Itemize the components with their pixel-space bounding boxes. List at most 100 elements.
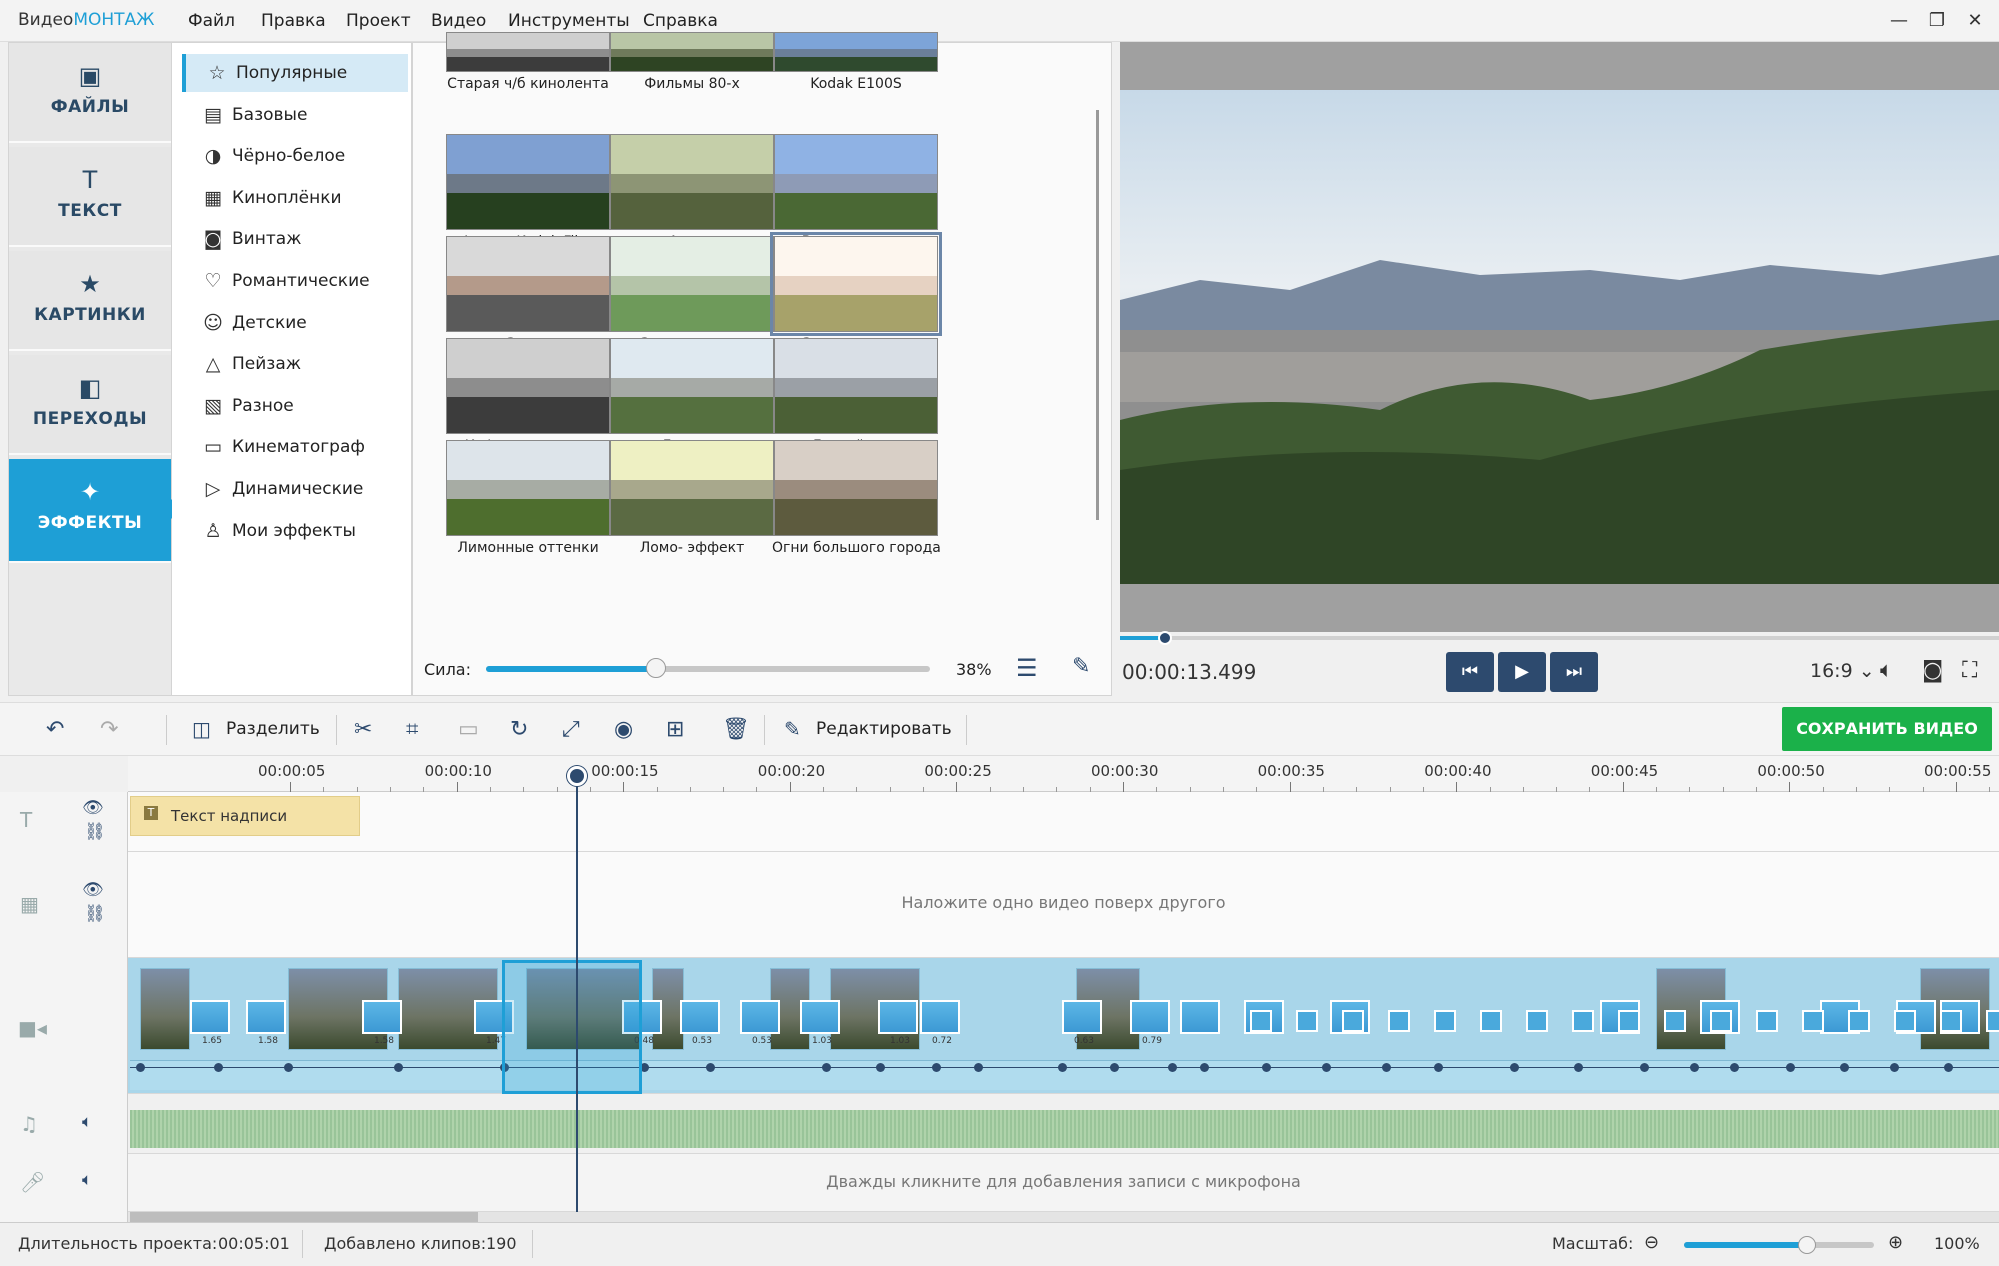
effect-tile[interactable]: Фильмы 80-х xyxy=(608,32,776,92)
volume-point[interactable] xyxy=(706,1063,715,1072)
effect-tile[interactable]: Закат xyxy=(444,236,612,352)
save-video-button[interactable]: СОХРАНИТЬ ВИДЕО xyxy=(1782,707,1992,751)
effect-tile[interactable]: Кофе и сигареты xyxy=(444,338,612,454)
crop-icon[interactable]: ⌗ xyxy=(406,717,418,742)
nav-transitions[interactable]: ◧ ПЕРЕХОДЫ xyxy=(9,355,171,455)
nav-effects[interactable]: ✦ ЭФФЕКТЫ xyxy=(9,459,181,563)
nav-pictures[interactable]: ★ КАРТИНКИ xyxy=(9,251,171,351)
split-button[interactable]: Разделить xyxy=(226,719,320,739)
category-item[interactable]: ▤ Базовые xyxy=(182,96,408,134)
effect-tile[interactable]: Легкий шум xyxy=(772,338,940,454)
redo-icon[interactable]: ↷ xyxy=(100,717,118,742)
play-button[interactable]: ▶ xyxy=(1498,652,1546,692)
transition-marker[interactable] xyxy=(1664,1010,1686,1032)
clip-thumbnail[interactable]: 1.03 xyxy=(878,1000,918,1046)
clip-thumbnail[interactable]: 1.58 xyxy=(246,1000,286,1046)
effects-scrollbar[interactable] xyxy=(1096,110,1099,520)
playback-progress[interactable] xyxy=(1120,636,1999,640)
category-item[interactable]: ♙ Мои эффекты xyxy=(182,512,408,550)
clip-thumbnail[interactable]: 1.03 xyxy=(800,1000,840,1046)
transition-marker[interactable] xyxy=(1296,1010,1318,1032)
effect-tile[interactable]: Весеннее утро xyxy=(772,134,940,250)
volume-point[interactable] xyxy=(1058,1063,1067,1072)
volume-point[interactable] xyxy=(214,1063,223,1072)
clip-thumbnail[interactable] xyxy=(1180,1000,1220,1034)
snapshot-icon[interactable]: ◙ xyxy=(1922,658,1943,683)
timeline-scroll-thumb[interactable] xyxy=(130,1212,478,1222)
effect-tile[interactable]: Kodak E100S xyxy=(772,32,940,92)
rotate-icon[interactable]: ↻ xyxy=(510,717,528,742)
volume-point[interactable] xyxy=(1382,1063,1391,1072)
playhead-handle[interactable] xyxy=(567,766,587,786)
clip-thumbnail[interactable]: 1.58 xyxy=(362,1000,402,1046)
volume-point[interactable] xyxy=(1730,1063,1739,1072)
prev-frame-button[interactable]: ⏮ xyxy=(1446,652,1494,692)
volume-point[interactable] xyxy=(1168,1063,1177,1072)
effect-tile[interactable]: Лимонные оттенки xyxy=(444,440,612,556)
playback-handle[interactable] xyxy=(1158,631,1172,645)
volume-point[interactable] xyxy=(876,1063,885,1072)
effect-tile[interactable]: Lomo - Kodak Film xyxy=(444,134,612,250)
strength-handle[interactable] xyxy=(646,658,666,678)
effect-tile[interactable]: Старая ч/б кинолента xyxy=(444,32,612,92)
menu-project[interactable]: Проект xyxy=(346,11,411,31)
transition-marker[interactable] xyxy=(1618,1010,1640,1032)
music-volume-icon[interactable]: 🔈︎ xyxy=(82,1112,92,1132)
effect-tile[interactable]: Ломо- эффект xyxy=(608,440,776,556)
clip-thumbnail[interactable]: 0.53 xyxy=(680,1000,720,1046)
effect-tile[interactable]: Зеленые тона xyxy=(608,236,776,352)
eye-icon[interactable]: 👁︎ xyxy=(82,798,104,818)
menu-edit[interactable]: Правка xyxy=(261,11,326,31)
volume-point[interactable] xyxy=(136,1063,145,1072)
fullscreen-icon[interactable]: ⛶ xyxy=(1962,658,1977,683)
clip-thumbnail[interactable]: 0.63 xyxy=(1062,1000,1102,1046)
category-item[interactable]: ☆ Популярные xyxy=(182,54,408,92)
volume-point[interactable] xyxy=(1574,1063,1583,1072)
edit-button[interactable]: Редактировать xyxy=(816,719,952,739)
clip-thumbnail[interactable]: 0.72 xyxy=(920,1000,960,1046)
effect-tile[interactable]: Огни большого города xyxy=(772,440,941,556)
volume-point[interactable] xyxy=(1944,1063,1953,1072)
effect-tile[interactable]: Ландыш xyxy=(608,338,776,454)
nav-text[interactable]: T ТЕКСТ xyxy=(9,147,171,247)
clip-thumbnail[interactable]: 0.79 xyxy=(1130,1000,1170,1046)
text-clip[interactable]: Текст надписи xyxy=(130,796,360,836)
menu-help[interactable]: Справка xyxy=(643,11,718,31)
settings-sliders-icon[interactable]: ☰ xyxy=(1016,654,1038,682)
transition-marker[interactable] xyxy=(1940,1010,1962,1032)
mic-volume-icon[interactable]: 🔈︎ xyxy=(82,1170,92,1190)
stabilize-icon[interactable]: ◉ xyxy=(614,717,633,742)
edit-icon[interactable]: ✎ xyxy=(784,717,801,741)
effect-tile[interactable]: Амели xyxy=(608,134,776,250)
category-item[interactable]: ▭ Кинематограф xyxy=(182,428,408,466)
volume-point[interactable] xyxy=(1640,1063,1649,1072)
transition-marker[interactable] xyxy=(1848,1010,1870,1032)
aspect-ratio-select[interactable]: 16:9 ⌄ xyxy=(1810,660,1875,682)
category-item[interactable]: ☺ Детские xyxy=(182,304,408,342)
transition-marker[interactable] xyxy=(1756,1010,1778,1032)
volume-point[interactable] xyxy=(284,1063,293,1072)
category-item[interactable]: ▦ Киноплёнки xyxy=(182,179,408,217)
menu-file[interactable]: Файл xyxy=(188,11,235,31)
clip-thumbnail[interactable]: 1.65 xyxy=(190,1000,230,1046)
split-icon[interactable]: ◫ xyxy=(192,717,211,741)
scissors-icon[interactable]: ✂ xyxy=(354,717,372,742)
nav-files[interactable]: ▣ ФАЙЛЫ xyxy=(9,43,171,143)
menu-tools[interactable]: Инструменты xyxy=(508,11,630,31)
transition-marker[interactable] xyxy=(1388,1010,1410,1032)
category-item[interactable]: ▧ Разное xyxy=(182,387,408,425)
volume-point[interactable] xyxy=(1840,1063,1849,1072)
transition-marker[interactable] xyxy=(1986,1010,1999,1032)
add-frame-icon[interactable]: ⊞ xyxy=(666,717,684,742)
next-frame-button[interactable]: ⏭ xyxy=(1550,652,1598,692)
transition-marker[interactable] xyxy=(1710,1010,1732,1032)
volume-point[interactable] xyxy=(932,1063,941,1072)
video-clip[interactable] xyxy=(140,968,190,1050)
zoom-out-icon[interactable]: ⊖ xyxy=(1644,1232,1659,1253)
transition-marker[interactable] xyxy=(1894,1010,1916,1032)
eye-icon[interactable]: 👁︎ xyxy=(82,880,104,900)
transition-marker[interactable] xyxy=(1250,1010,1272,1032)
volume-point[interactable] xyxy=(1322,1063,1331,1072)
transition-marker[interactable] xyxy=(1802,1010,1824,1032)
undo-icon[interactable]: ↶ xyxy=(46,717,64,742)
